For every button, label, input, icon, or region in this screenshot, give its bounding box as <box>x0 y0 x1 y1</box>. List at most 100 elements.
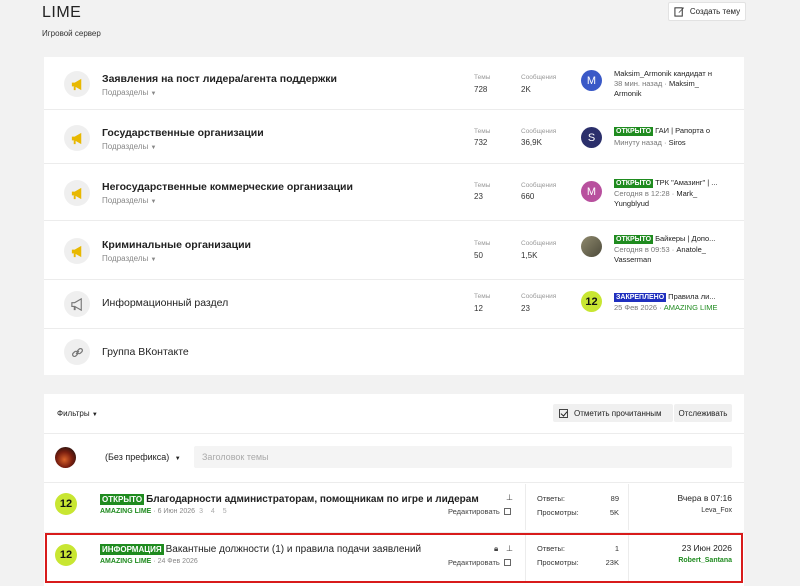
thread-title-input[interactable] <box>194 446 732 468</box>
threads-count: 728 <box>474 85 488 94</box>
avatar[interactable]: 12 <box>55 493 77 515</box>
threads-label: Темы <box>474 240 491 247</box>
edit-toggle[interactable]: Редактировать <box>448 507 511 516</box>
last-post-date[interactable]: Вчера в 07:16 <box>677 493 732 503</box>
forum-node[interactable]: Заявления на пост лидера/агента поддержк… <box>44 57 744 110</box>
divider <box>525 535 526 581</box>
node-title[interactable]: Негосударственные коммерческие организац… <box>102 181 353 193</box>
last-poster[interactable]: Leva_Fox <box>701 507 732 514</box>
page-subtitle: Игровой сервер <box>42 29 101 38</box>
thread-row[interactable]: 12 ОТКРЫТО Благодарности администраторам,… <box>44 484 744 530</box>
create-thread-label: Создать тему <box>689 7 741 16</box>
edit-icon <box>674 7 684 17</box>
subforums-dropdown[interactable]: Подразделы ▼ <box>102 254 156 263</box>
thread-list-panel: Фильтры ▼ Отметить прочитанным Отслежива… <box>44 394 744 586</box>
megaphone-icon <box>64 71 90 97</box>
pin-icon: ⊥ <box>506 493 513 502</box>
avatar[interactable]: M <box>581 70 602 91</box>
node-title[interactable]: Информационный раздел <box>102 297 228 309</box>
forum-node[interactable]: Государственные организации Подразделы ▼… <box>44 110 744 164</box>
views-count: 23K <box>605 558 619 567</box>
views-count: 5K <box>609 508 619 517</box>
forum-node[interactable]: Негосударственные коммерческие организац… <box>44 164 744 221</box>
forum-node[interactable]: Информационный раздел Темы 12 Сообщения … <box>44 280 744 329</box>
node-title[interactable]: Криминальные организации <box>102 239 251 251</box>
avatar[interactable]: 12 <box>581 291 602 312</box>
last-post-title[interactable]: ЗАКРЕПЛЕНО Правила ли... <box>614 292 724 302</box>
divider <box>44 433 744 434</box>
last-post-date[interactable]: 23 Июн 2026 <box>682 543 732 553</box>
last-poster[interactable]: Robert_Santana <box>678 557 732 564</box>
lock-icon: 🔒︎ <box>494 544 499 553</box>
last-post-title[interactable]: ОТКРЫТО Байкеры | Допо... <box>614 234 724 244</box>
threads-count: 12 <box>474 304 483 313</box>
messages-count: 2K <box>521 85 531 94</box>
filters-dropdown[interactable]: Фильтры ▼ <box>57 409 98 418</box>
messages-count: 660 <box>521 192 535 201</box>
last-post-meta: Сегодня в 12:28 · Mark_ Yungblyud <box>614 189 698 208</box>
prefix-badge: ОТКРЫТО <box>614 127 654 136</box>
prefix-select[interactable]: (Без префикса) ▼ <box>105 452 181 462</box>
forum-nodes-panel: Заявления на пост лидера/агента поддержк… <box>44 57 744 375</box>
messages-label: Сообщения <box>521 128 557 135</box>
last-post-meta: Сегодня в 09:53 · Anatole_ Vasserman <box>614 245 706 264</box>
follow-button[interactable]: Отслеживать <box>674 404 732 422</box>
prefix-badge: ОТКРЫТО <box>614 235 654 244</box>
select-checkbox[interactable] <box>503 508 511 515</box>
checkbox-icon <box>559 408 568 418</box>
forum-node[interactable]: Криминальные организации Подразделы ▼ Те… <box>44 221 744 280</box>
replies-label: Ответы: <box>537 494 566 503</box>
divider <box>525 484 526 530</box>
forum-node-link[interactable]: Группа ВКонтакте <box>44 329 744 375</box>
avatar[interactable]: S <box>581 127 602 148</box>
messages-label: Сообщения <box>521 74 557 81</box>
node-title[interactable]: Государственные организации <box>102 127 264 139</box>
threads-count: 23 <box>474 192 483 201</box>
messages-label: Сообщения <box>521 293 557 300</box>
edit-toggle[interactable]: Редактировать <box>448 558 511 567</box>
divider <box>44 482 744 483</box>
pin-icon: ⊥ <box>506 544 513 553</box>
divider <box>628 484 629 530</box>
avatar[interactable]: M <box>581 181 602 202</box>
replies-count: 89 <box>610 494 619 503</box>
last-post-title[interactable]: Maksim_Armonik кандидат н <box>614 69 724 78</box>
mark-read-button[interactable]: Отметить прочитанным <box>553 404 673 422</box>
megaphone-icon <box>64 238 90 264</box>
avatar[interactable]: 12 <box>55 544 77 566</box>
threads-count: 732 <box>474 138 488 147</box>
last-post-title[interactable]: ОТКРЫТО ГАИ | Рапорта о <box>614 126 724 136</box>
prefix-badge: ОТКРЫТО <box>614 179 654 188</box>
page-links[interactable]: 3 4 5 <box>199 508 230 515</box>
threads-label: Темы <box>474 128 491 135</box>
megaphone-icon <box>64 180 90 206</box>
subforums-dropdown[interactable]: Подразделы ▼ <box>102 142 156 151</box>
views-label: Просмотры: <box>537 558 579 567</box>
page-title: LIME <box>42 4 82 21</box>
threads-label: Темы <box>474 182 491 189</box>
messages-count: 36,9K <box>521 138 542 147</box>
node-title[interactable]: Группа ВКонтакте <box>102 346 189 358</box>
avatar[interactable] <box>581 236 602 257</box>
prefix-badge: ЗАКРЕПЛЕНО <box>614 293 667 302</box>
create-thread-button[interactable]: Создать тему <box>668 2 746 21</box>
subforums-dropdown[interactable]: Подразделы ▼ <box>102 88 156 97</box>
views-label: Просмотры: <box>537 508 579 517</box>
threads-label: Темы <box>474 74 491 81</box>
last-post-title[interactable]: ОТКРЫТО ТРК "Амазинг" | ... <box>614 178 724 188</box>
thread-meta: AMAZING LIME · 6 Июн 2026 3 4 5 <box>100 508 230 515</box>
thread-title[interactable]: ОТКРЫТО Благодарности администраторам, по… <box>100 494 479 505</box>
avatar <box>55 447 76 468</box>
last-post-meta: 25 Фев 2026 · AMAZING LIME <box>614 303 718 312</box>
megaphone-icon <box>64 291 90 317</box>
subforums-dropdown[interactable]: Подразделы ▼ <box>102 196 156 205</box>
node-title[interactable]: Заявления на пост лидера/агента поддержк… <box>102 73 337 85</box>
link-icon <box>64 339 90 365</box>
thread-meta: AMAZING LIME · 24 Фев 2026 <box>100 558 198 565</box>
thread-row[interactable]: 12 ИНФОРМАЦИЯ Вакантные должности (1) и п… <box>45 533 743 583</box>
prefix-badge: ИНФОРМАЦИЯ <box>100 544 164 555</box>
divider <box>44 532 744 533</box>
threads-label: Темы <box>474 293 491 300</box>
thread-title[interactable]: ИНФОРМАЦИЯ Вакантные должности (1) и прав… <box>100 544 421 555</box>
select-checkbox[interactable] <box>503 559 511 566</box>
